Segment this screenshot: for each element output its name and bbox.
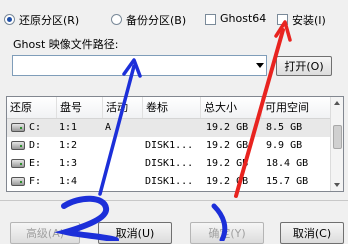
table-row[interactable]: D: 1:2 DISK1... 19.2 GB 9.9 GB (7, 137, 335, 155)
backup-label: 备份分区(B) (126, 14, 187, 27)
row-active (102, 173, 105, 191)
row-num: 1:3 (59, 158, 78, 169)
row-free: 15.7 GB (266, 176, 309, 187)
row-active: A (105, 122, 112, 133)
row-num: 1:1 (59, 122, 78, 133)
row-drive: C: (29, 122, 42, 133)
drive-icon (11, 159, 25, 168)
header-free[interactable]: 可用空间 (262, 97, 335, 118)
header-restore[interactable]: 还原 (7, 97, 57, 118)
open-button[interactable]: 打开(O) (276, 56, 332, 76)
row-num: 1:4 (59, 176, 78, 187)
header-label[interactable]: 卷标 (143, 97, 201, 118)
row-free: 18.4 GB (266, 158, 309, 169)
list-header: 还原 盘号 活动 卷标 总大小 可用空间 (7, 97, 343, 119)
row-free: 9.9 GB (266, 140, 303, 151)
path-combobox[interactable] (12, 55, 267, 76)
table-row[interactable]: E: 1:3 DISK1... 19.2 GB 18.4 GB (7, 155, 335, 173)
row-total: 19.2 GB (206, 158, 249, 169)
header-disknum[interactable]: 盘号 (57, 97, 103, 118)
scroll-thumb[interactable] (333, 125, 342, 149)
install-checkbox[interactable] (277, 14, 288, 25)
row-label (142, 119, 145, 137)
drive-icon (11, 177, 25, 186)
path-label: Ghost 映像文件路径: (13, 38, 119, 51)
header-total[interactable]: 总大小 (201, 97, 262, 118)
drive-icon (11, 123, 25, 132)
row-drive: F: (29, 176, 42, 187)
header-active[interactable]: 活动 (103, 97, 143, 118)
restore-radio-dot (4, 14, 15, 25)
row-total: 19.2 GB (206, 176, 249, 187)
drive-icon (11, 141, 25, 150)
row-total: 19.2 GB (206, 122, 249, 133)
row-num: 1:2 (59, 140, 78, 151)
restore-label: 还原分区(R) (19, 14, 80, 27)
restore-radio[interactable] (4, 14, 15, 25)
table-row[interactable]: C: 1:1 A 19.2 GB 8.5 GB (7, 119, 335, 137)
scroll-up-icon[interactable] (334, 101, 340, 105)
row-total: 19.2 GB (206, 140, 249, 151)
row-free: 8.5 GB (266, 122, 303, 133)
backup-radio[interactable] (111, 14, 122, 25)
ghost64-label: Ghost64 (220, 12, 267, 25)
ghost64-checkbox[interactable] (205, 14, 216, 25)
chevron-down-icon[interactable] (256, 63, 264, 68)
row-active (102, 155, 105, 173)
row-label: DISK1... (145, 176, 194, 187)
backup-radio-dot (111, 14, 122, 25)
row-label: DISK1... (145, 158, 194, 169)
row-label: DISK1... (145, 140, 194, 151)
partition-list[interactable]: 还原 盘号 活动 卷标 总大小 可用空间 C: 1:1 A 19.2 GB 8.… (6, 96, 344, 192)
install-label: 安装(I) (292, 14, 326, 27)
row-active (102, 137, 105, 155)
separator (0, 200, 348, 201)
row-drive: E: (29, 158, 42, 169)
scroll-down-icon[interactable] (334, 183, 340, 187)
list-scrollbar[interactable] (330, 97, 343, 191)
table-row[interactable]: F: 1:4 DISK1... 19.2 GB 15.7 GB (7, 173, 335, 191)
row-drive: D: (29, 140, 42, 151)
